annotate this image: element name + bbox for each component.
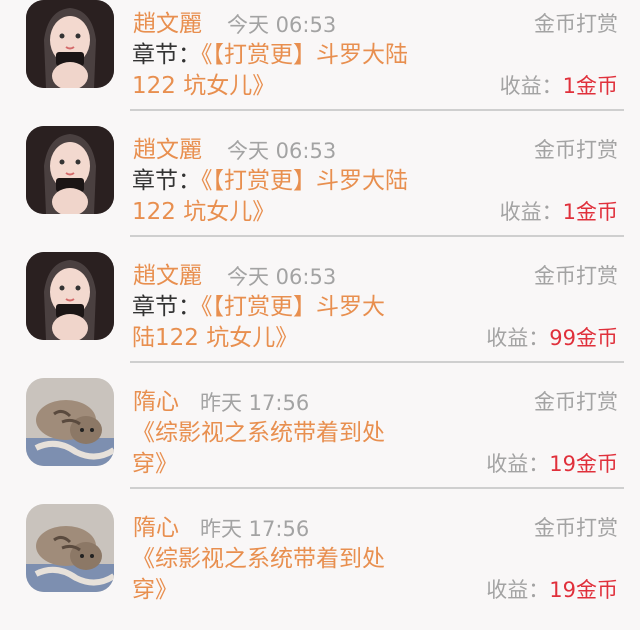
user-name[interactable]: 趙文麗 <box>133 260 202 292</box>
user-name[interactable]: 趙文麗 <box>133 8 202 40</box>
girl-avatar[interactable] <box>26 126 114 214</box>
cat-avatar[interactable] <box>26 378 114 466</box>
girl-avatar[interactable] <box>26 0 114 88</box>
chapter-title[interactable]: 章节：《【打赏更】斗罗大陆122 坑女儿》 <box>132 292 472 354</box>
reward-record-row[interactable]: 隋心 昨天 17:56 金币打赏 《综影视之系统带着到处 穿》 收益：19金币 <box>0 378 640 504</box>
chapter-label: 章节： <box>132 42 201 68</box>
user-name[interactable]: 隋心 <box>133 386 179 418</box>
earnings: 收益：99金币 <box>486 323 618 353</box>
chapter-title-line2: 陆122 坑女儿》 <box>132 325 299 351</box>
earnings-amount: 99金币 <box>549 326 618 350</box>
earnings-amount: 1金币 <box>562 200 618 224</box>
row-divider <box>130 109 624 111</box>
reward-time: 今天 06:53 <box>227 265 337 289</box>
earnings-amount: 19金币 <box>549 452 618 476</box>
earnings-amount: 1金币 <box>562 74 618 98</box>
earnings: 收益：1金币 <box>500 71 618 101</box>
chapter-label: 章节： <box>132 168 201 194</box>
reward-record-list: 趙文麗 今天 06:53 金币打赏 章节：《【打赏更】斗罗大陆 122 坑女儿》 … <box>0 0 640 630</box>
earnings-label: 收益： <box>486 578 550 602</box>
earnings-amount: 19金币 <box>549 578 618 602</box>
reward-type: 金币打赏 <box>534 138 618 162</box>
reward-time: 昨天 17:56 <box>200 517 310 541</box>
chapter-title-line2: 穿》 <box>132 451 178 477</box>
reward-type: 金币打赏 <box>534 390 618 414</box>
user-name[interactable]: 隋心 <box>133 512 179 544</box>
chapter-title[interactable]: 章节：《【打赏更】斗罗大陆 122 坑女儿》 <box>132 40 472 102</box>
earnings-label: 收益： <box>486 326 550 350</box>
row-divider <box>130 235 624 237</box>
chapter-title[interactable]: 章节：《【打赏更】斗罗大陆 122 坑女儿》 <box>132 166 472 228</box>
earnings-label: 收益： <box>486 452 550 476</box>
earnings-label: 收益： <box>499 200 563 224</box>
reward-type: 金币打赏 <box>534 12 618 36</box>
reward-record-row[interactable]: 趙文麗 今天 06:53 金币打赏 章节：《【打赏更】斗罗大陆122 坑女儿》 … <box>0 0 640 126</box>
chapter-title-line2: 穿》 <box>132 577 178 603</box>
reward-record-row[interactable]: 趙文麗 今天 06:53 金币打赏 章节：《【打赏更】斗罗大陆122 坑女儿》 … <box>0 252 640 378</box>
user-name[interactable]: 趙文麗 <box>133 134 202 166</box>
chapter-label: 章节： <box>132 294 201 320</box>
girl-avatar[interactable] <box>26 252 114 340</box>
row-divider <box>130 361 624 363</box>
chapter-title-line1: 《综影视之系统带着到处 <box>132 420 385 446</box>
reward-time: 今天 06:53 <box>227 139 337 163</box>
chapter-title[interactable]: 《综影视之系统带着到处 穿》 <box>132 544 472 606</box>
reward-record-row[interactable]: 隋心 昨天 17:56 金币打赏 《综影视之系统带着到处 穿》 收益：19金币 <box>0 504 640 630</box>
earnings: 收益：1金币 <box>500 197 618 227</box>
earnings-label: 收益： <box>499 74 563 98</box>
chapter-title-line1: 《【打赏更】斗罗大陆 <box>201 168 408 194</box>
row-divider <box>130 487 624 489</box>
earnings: 收益：19金币 <box>486 575 618 605</box>
chapter-title-line1: 《综影视之系统带着到处 <box>132 546 385 572</box>
earnings: 收益：19金币 <box>486 449 618 479</box>
reward-type: 金币打赏 <box>534 516 618 540</box>
reward-type: 金币打赏 <box>534 264 618 288</box>
cat-avatar[interactable] <box>26 504 114 592</box>
reward-time: 昨天 17:56 <box>200 391 310 415</box>
chapter-title[interactable]: 《综影视之系统带着到处 穿》 <box>132 418 472 480</box>
reward-record-row[interactable]: 趙文麗 今天 06:53 金币打赏 章节：《【打赏更】斗罗大陆122 坑女儿》 … <box>0 126 640 252</box>
chapter-title-line1: 《【打赏更】斗罗大陆 <box>201 42 408 68</box>
reward-time: 今天 06:53 <box>227 13 337 37</box>
chapter-title-line1: 《【打赏更】斗罗大 <box>201 294 385 320</box>
chapter-title-line2: 122 坑女儿》 <box>132 73 276 99</box>
chapter-title-line2: 122 坑女儿》 <box>132 199 276 225</box>
